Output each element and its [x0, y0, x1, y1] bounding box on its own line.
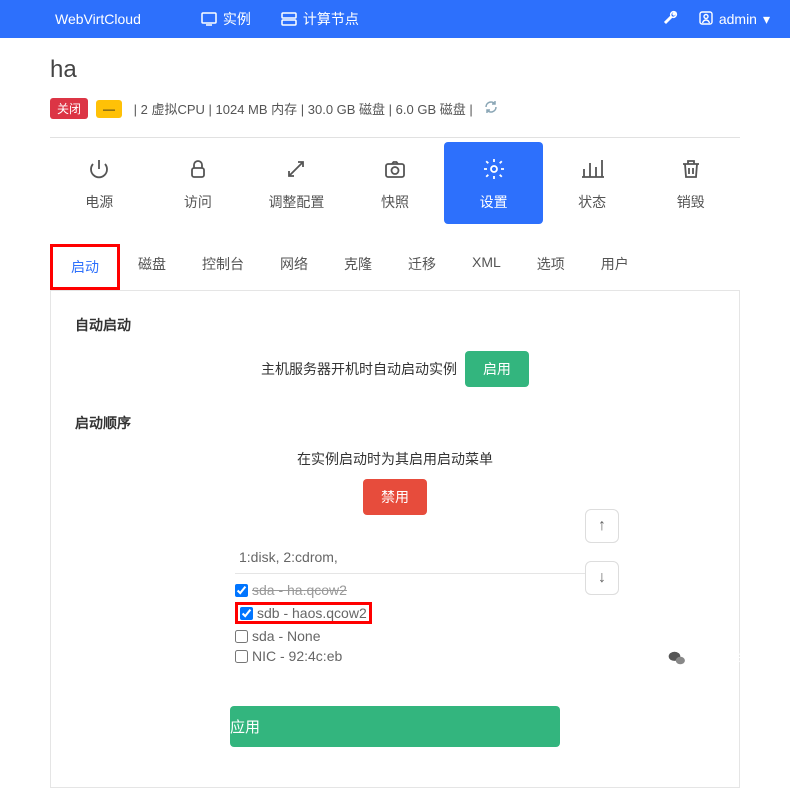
subtab-boot[interactable]: 启动 [50, 244, 120, 290]
instance-meta: 关闭 — | 2 虚拟CPU | 1024 MB 内存 | 30.0 GB 磁盘… [50, 98, 740, 119]
chevron-down-icon: ↓ [598, 569, 606, 587]
move-down-button[interactable]: ↓ [585, 561, 619, 595]
nav-computes[interactable]: 计算节点 [281, 9, 359, 29]
device-row-nic[interactable]: NIC - 92:4c:eb [235, 646, 605, 666]
autostart-hint: 主机服务器开机时自动启动实例 [261, 361, 457, 377]
tab-power[interactable]: 电源 [50, 142, 149, 224]
autostart-heading: 自动启动 [75, 315, 715, 335]
brand[interactable]: WebVirtCloud [20, 11, 141, 27]
trash-icon [679, 156, 703, 182]
lock-icon [186, 156, 210, 182]
tab-destroy[interactable]: 销毁 [641, 142, 740, 224]
watermark-text: iStoreOS [703, 649, 768, 667]
device-check-sda[interactable] [235, 584, 248, 597]
tab-resize[interactable]: 调整配置 [247, 142, 346, 224]
subtab-disk[interactable]: 磁盘 [120, 244, 184, 290]
watermark: iStoreOS [661, 642, 768, 674]
instance-title: ha [50, 56, 740, 84]
caret-down-icon: ▾ [763, 11, 770, 28]
settings-subtabs: 启动 磁盘 控制台 网络 克隆 迁移 XML 选项 用户 [50, 244, 740, 291]
action-tabs: 电源 访问 调整配置 快照 设置 状态 销毁 [50, 142, 740, 224]
stats-icon [580, 156, 604, 182]
device-row-sda[interactable]: sda - ha.qcow2 [235, 580, 605, 600]
subtab-xml[interactable]: XML [454, 244, 519, 290]
tab-settings[interactable]: 设置 [444, 142, 543, 224]
device-check-nic[interactable] [235, 650, 248, 663]
tab-stats[interactable]: 状态 [543, 142, 642, 224]
suspend-badge: — [96, 100, 122, 118]
server-icon [281, 12, 297, 26]
user-menu[interactable]: admin ▾ [699, 11, 770, 28]
boot-pane: 自动启动 主机服务器开机时自动启动实例 启用 启动顺序 在实例启动时为其启用启动… [50, 291, 740, 788]
disable-bootmenu-button[interactable]: 禁用 [363, 479, 427, 515]
camera-icon [383, 156, 407, 182]
subtab-options[interactable]: 选项 [519, 244, 583, 290]
device-check-sdb[interactable] [240, 607, 253, 620]
apply-button[interactable]: 应用 [230, 706, 560, 747]
subtab-clone[interactable]: 克隆 [326, 244, 390, 290]
power-icon [87, 156, 111, 182]
wechat-icon [661, 642, 693, 674]
enable-autostart-button[interactable]: 启用 [465, 351, 529, 387]
meta-text: | 2 虚拟CPU | 1024 MB 内存 | 30.0 GB 磁盘 | 6.… [130, 99, 476, 118]
top-navbar: WebVirtCloud 实例 计算节点 admin ▾ [0, 0, 790, 38]
subtab-network[interactable]: 网络 [262, 244, 326, 290]
status-badge: 关闭 [50, 98, 88, 119]
move-up-button[interactable]: ↑ [585, 509, 619, 543]
nav-instances-label: 实例 [223, 9, 251, 29]
user-name: admin [719, 11, 757, 27]
bootorder-input[interactable] [235, 541, 605, 574]
tab-snapshot[interactable]: 快照 [346, 142, 445, 224]
boot-devices: sda - ha.qcow2 sdb - haos.qcow2 sda - No… [235, 580, 605, 666]
nav-instances[interactable]: 实例 [201, 9, 251, 29]
subtab-migrate[interactable]: 迁移 [390, 244, 454, 290]
tab-access[interactable]: 访问 [149, 142, 248, 224]
expand-icon [284, 156, 308, 182]
device-row-sdb[interactable]: sdb - haos.qcow2 [235, 600, 605, 626]
wrench-icon[interactable] [663, 10, 679, 29]
device-row-sda2[interactable]: sda - None [235, 626, 605, 646]
nav-computes-label: 计算节点 [303, 9, 359, 29]
monitor-icon [201, 12, 217, 26]
subtab-console[interactable]: 控制台 [184, 244, 262, 290]
refresh-icon[interactable] [484, 100, 498, 117]
subtab-users[interactable]: 用户 [583, 244, 647, 290]
gear-icon [482, 156, 506, 182]
device-check-sda2[interactable] [235, 630, 248, 643]
user-icon [699, 11, 713, 28]
chevron-up-icon: ↑ [598, 517, 606, 535]
bootorder-heading: 启动顺序 [75, 413, 715, 433]
bootmenu-hint: 在实例启动时为其启用启动菜单 [75, 449, 715, 469]
